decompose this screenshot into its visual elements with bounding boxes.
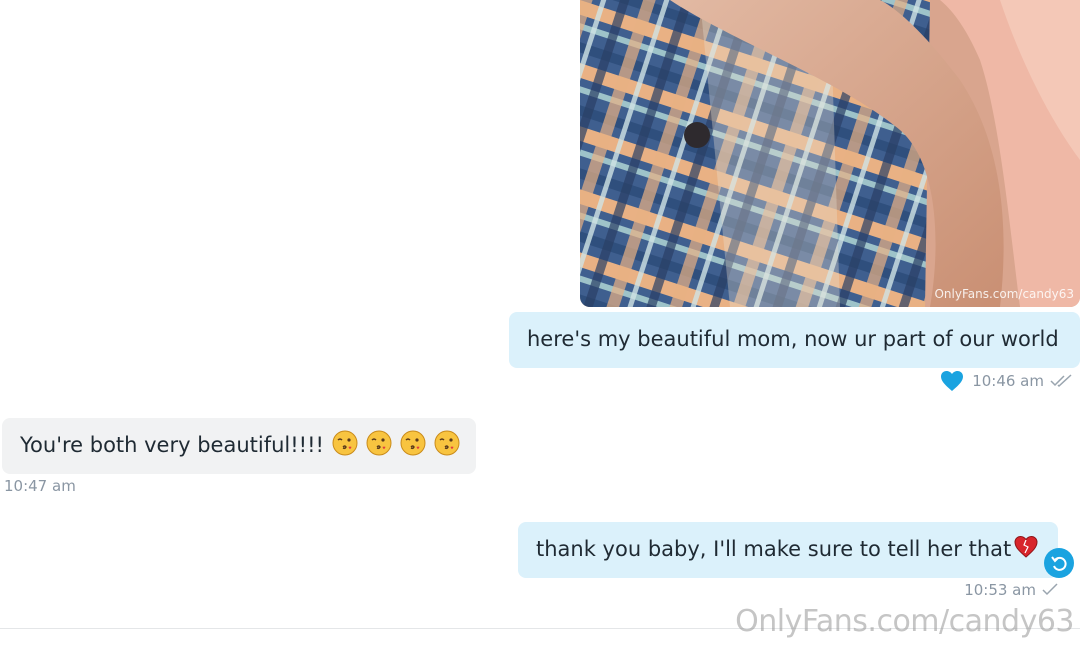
message-text: here's my beautiful mom, now ur part of … [527,327,1059,352]
message-text: thank you baby, I'll make sure to tell h… [536,537,1012,562]
message-meta: 10:46 am [940,370,1074,392]
kissing-face-icon [400,430,426,462]
outgoing-message[interactable]: here's my beautiful mom, now ur part of … [509,312,1080,368]
message-time: 10:47 am [4,477,76,495]
like-heart-icon[interactable] [940,370,964,392]
photo-thumbnail [580,0,1080,307]
double-check-icon [1050,374,1074,388]
undo-icon [1051,556,1067,571]
message-time: 10:46 am [972,372,1044,390]
page-watermark: OnlyFans.com/candy63 [735,604,1074,639]
message-text: You're both very beautiful!!!! [20,433,324,458]
kissing-face-icon [434,430,460,462]
undo-reply-button[interactable] [1044,548,1074,578]
kissing-face-icon [366,430,392,462]
image-message[interactable]: OnlyFans.com/candy63 [580,0,1080,307]
check-icon [1042,583,1058,597]
heart-icon [1013,535,1039,565]
message-meta: 10:47 am [4,477,76,495]
outgoing-message[interactable]: thank you baby, I'll make sure to tell h… [518,522,1058,578]
incoming-message[interactable]: You're both very beautiful!!!! [2,418,476,474]
kissing-face-icon [332,430,358,462]
chat-thread: OnlyFans.com/candy63 here's my beautiful… [0,0,1080,649]
image-watermark: OnlyFans.com/candy63 [934,287,1074,301]
message-meta: 10:53 am [964,581,1058,599]
message-time: 10:53 am [964,581,1036,599]
